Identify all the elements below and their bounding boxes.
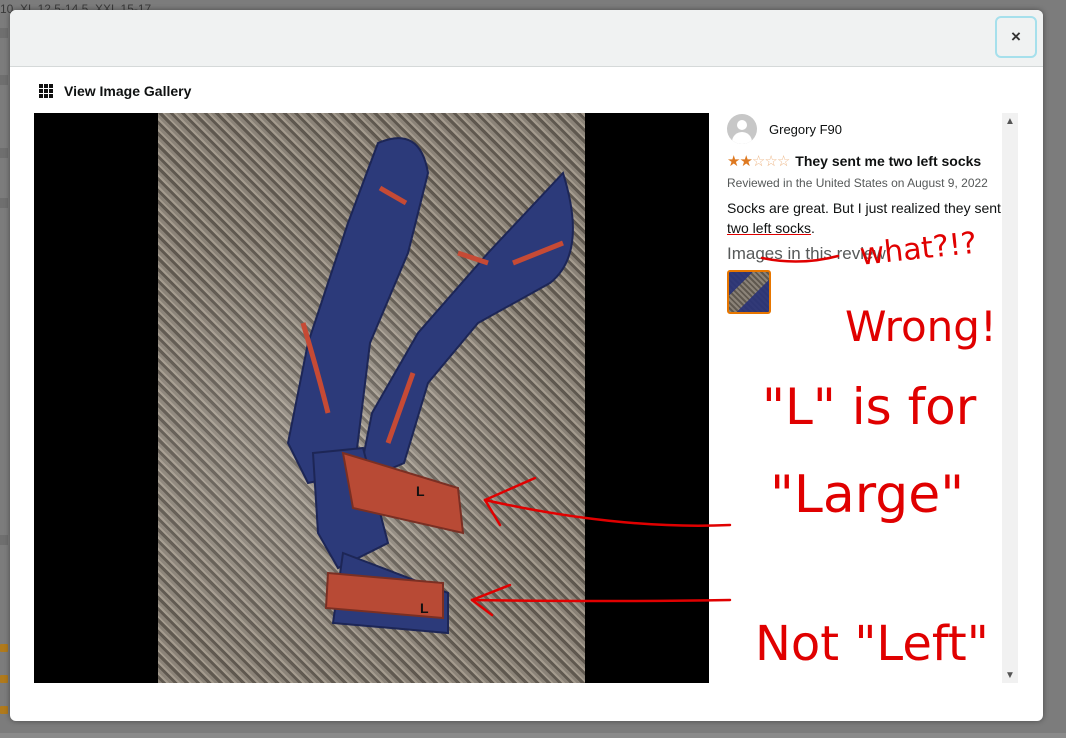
view-image-gallery-link[interactable]: View Image Gallery (39, 83, 191, 99)
star-empty-icon: ☆ (776, 153, 790, 170)
chevron-up-icon[interactable]: ▲ (1002, 113, 1018, 129)
svg-text:L: L (416, 483, 425, 499)
close-button[interactable]: × (995, 16, 1037, 58)
grid-icon (39, 84, 53, 98)
background-star-icon (0, 644, 8, 652)
star-icon: ★ (739, 153, 752, 170)
chevron-down-icon[interactable]: ▼ (1002, 667, 1018, 683)
svg-text:L: L (420, 600, 429, 616)
review-photo: L L (158, 113, 585, 683)
gallery-link-label: View Image Gallery (64, 83, 192, 99)
review-title[interactable]: They sent me two left socks (795, 153, 981, 169)
reviewer-name[interactable]: Gregory F90 (769, 122, 842, 137)
modal-header: × (10, 10, 1043, 67)
star-rating[interactable]: ★★☆☆☆ (727, 151, 790, 172)
socks-illustration: L L (286, 137, 574, 635)
image-viewer: L L (34, 113, 709, 683)
image-review-modal: × View Image Gallery L L Gregory F90 ★★☆… (10, 10, 1043, 721)
reviewer: Gregory F90 (727, 113, 1002, 145)
rating-title-row: ★★☆☆☆ They sent me two left socks (727, 151, 1002, 172)
background-line (0, 75, 8, 85)
review-body: Socks are great. But I just realized the… (727, 198, 1002, 238)
review-body-text: Socks are great. But I just realized the… (727, 200, 1001, 216)
background-star-icon (0, 675, 8, 683)
close-icon: × (1011, 27, 1021, 46)
background-line (0, 148, 8, 158)
background-line (0, 28, 8, 38)
star-icon: ★ (727, 153, 740, 170)
background-line (0, 198, 8, 208)
background-star-icon (0, 706, 8, 714)
review-panel: Gregory F90 ★★☆☆☆ They sent me two left … (727, 113, 1002, 683)
review-image-thumbnail[interactable] (727, 270, 771, 314)
star-empty-icon: ☆ (751, 153, 765, 170)
background-line (0, 535, 8, 545)
review-meta: Reviewed in the United States on August … (727, 176, 988, 190)
review-body-underlined: two left socks (727, 220, 812, 236)
images-in-review-heading: Images in this review (727, 244, 886, 263)
user-avatar-icon (727, 114, 757, 144)
review-body-end: . (811, 220, 815, 236)
star-empty-icon: ☆ (764, 153, 777, 170)
review-scrollbar[interactable]: ▲ ▼ (1002, 113, 1018, 683)
